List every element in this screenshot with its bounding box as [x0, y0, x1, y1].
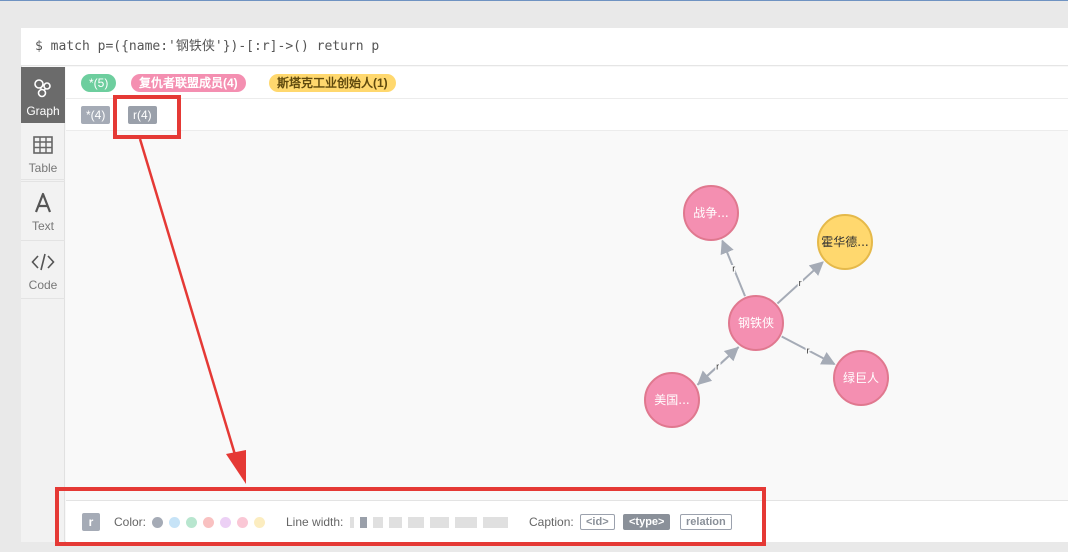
- annotation-arrow: [138, 138, 246, 484]
